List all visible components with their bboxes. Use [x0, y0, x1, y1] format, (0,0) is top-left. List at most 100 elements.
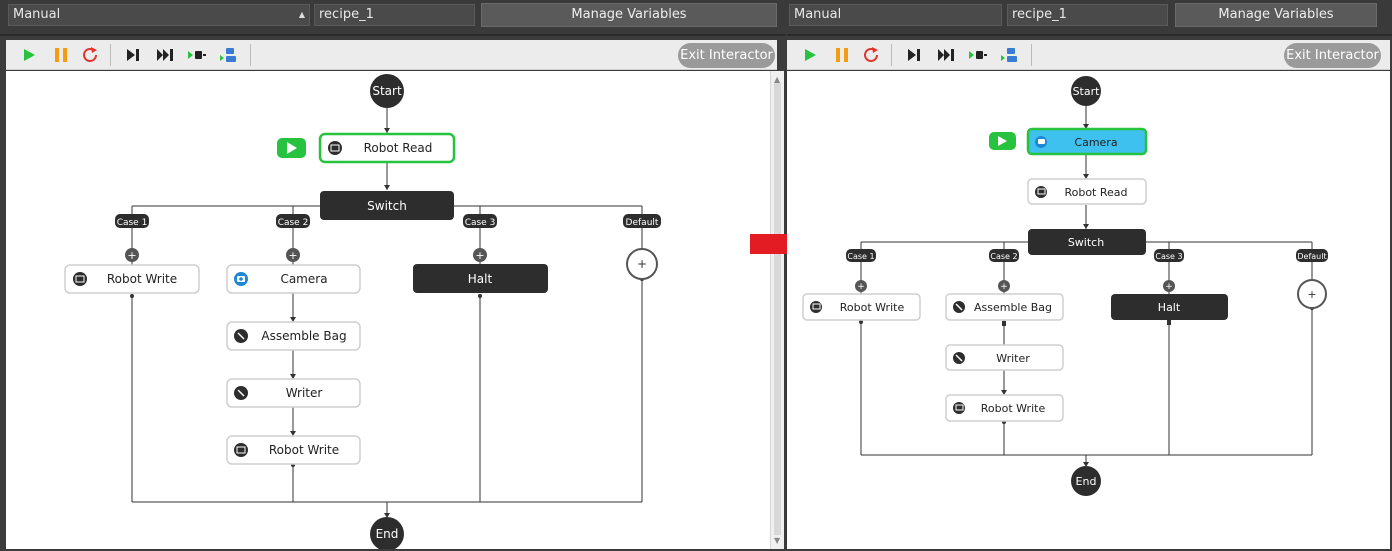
camera-node[interactable]: Camera [226, 264, 361, 294]
scrollbar-thumb[interactable] [774, 83, 781, 535]
step-icon[interactable] [124, 47, 142, 63]
end-label: End [1076, 475, 1097, 488]
flow-diagram: Start Robot Read Switch Case 1 Case 2 Ca… [64, 74, 661, 549]
robot-write-node[interactable]: Robot Write [802, 293, 921, 321]
camera-node[interactable]: Camera [1026, 127, 1148, 156]
connectors [131, 108, 643, 518]
manage-variables-button[interactable]: Manage Variables [481, 3, 777, 27]
writer-node[interactable]: Writer [226, 378, 361, 408]
manage-variables-button[interactable]: Manage Variables [1175, 3, 1377, 27]
halt-node[interactable]: Halt [1111, 294, 1228, 320]
robot-debug-icon[interactable] [220, 47, 238, 63]
start-label: Start [1073, 85, 1101, 98]
recipe-select-value: recipe_1 [319, 7, 374, 22]
top-bar: Manual ▲ recipe_1 Manage Variables [0, 0, 786, 36]
case-1-tag: Case 1 [846, 249, 876, 262]
default-add-button[interactable]: + [626, 248, 658, 280]
toolbar-separator [1031, 44, 1032, 66]
halt-label: Halt [468, 272, 493, 286]
default-label: Default [1297, 252, 1326, 261]
fast-forward-icon[interactable] [156, 47, 174, 63]
assemble-bag-label: Assemble Bag [974, 301, 1052, 314]
mode-select[interactable]: Manual [789, 4, 1002, 26]
halt-node[interactable]: Halt [413, 264, 548, 293]
connectors [860, 106, 1313, 467]
arrowheads [859, 124, 1314, 467]
pause-icon[interactable] [833, 47, 851, 63]
step-icon[interactable] [905, 47, 923, 63]
add-step-button[interactable]: + [125, 248, 139, 262]
flow-diagram: Start Camera Robot Read Switch Case 1 Ca… [802, 76, 1328, 496]
robot-write-node[interactable]: Robot Write [945, 394, 1064, 422]
camera-label: Camera [1074, 136, 1117, 149]
default-add-button[interactable]: + [1297, 279, 1327, 309]
robot-write-label: Robot Write [840, 301, 905, 314]
case-2-label: Case 2 [278, 218, 309, 228]
recipe-select[interactable]: recipe_1 [314, 4, 475, 26]
case-1-label: Case 1 [117, 218, 148, 228]
robot-read-node[interactable]: Robot Read [1027, 178, 1147, 205]
default-tag: Default [623, 214, 661, 228]
mode-select[interactable]: Manual ▲ [8, 4, 310, 26]
case-2-label: Case 2 [990, 252, 1017, 261]
scroll-down-icon[interactable]: ▼ [774, 536, 780, 545]
fast-forward-icon[interactable] [937, 47, 955, 63]
switch-node[interactable]: Switch [320, 191, 454, 220]
right-editor-panel: Manual recipe_1 Manage Variables Exit In… [787, 0, 1392, 551]
add-step-button[interactable]: + [473, 248, 487, 262]
play-icon[interactable] [801, 47, 819, 63]
robot-write-label: Robot Write [107, 272, 177, 286]
assemble-bag-node[interactable]: Assemble Bag [945, 293, 1064, 321]
add-label: + [637, 257, 647, 271]
case-3-tag: Case 3 [1154, 249, 1184, 262]
flow-canvas[interactable]: Start Robot Read Switch Case 1 Case 2 Ca… [6, 71, 776, 549]
robot-read-node[interactable]: Robot Read [318, 132, 456, 164]
flow-canvas[interactable]: Start Camera Robot Read Switch Case 1 Ca… [787, 71, 1390, 549]
exit-interactor-button[interactable]: Exit Interactor [1284, 43, 1381, 68]
restart-icon[interactable] [82, 47, 100, 63]
end-node[interactable]: End [1071, 466, 1101, 496]
recipe-select[interactable]: recipe_1 [1007, 4, 1168, 26]
run-toolbar: Exit Interactor [6, 40, 777, 70]
exit-interactor-button[interactable]: Exit Interactor [678, 43, 775, 68]
switch-label: Switch [367, 199, 407, 213]
add-label: + [1307, 288, 1316, 301]
select-arrows-icon: ▲ [298, 10, 305, 19]
end-label: End [376, 527, 399, 541]
toolbar-separator [250, 44, 251, 66]
add-step-button[interactable]: + [998, 280, 1010, 292]
robot-icon [73, 272, 87, 286]
robot-write-node[interactable]: Robot Write [64, 264, 200, 294]
add-step-button[interactable]: + [1163, 280, 1175, 292]
end-node[interactable]: End [370, 517, 404, 549]
start-node[interactable]: Start [1071, 76, 1101, 106]
add-step-button[interactable]: + [855, 280, 867, 292]
switch-label: Switch [1068, 236, 1104, 249]
toolbar-separator [110, 44, 111, 66]
svg-text:+: + [475, 249, 484, 262]
switch-node[interactable]: Switch [1028, 229, 1146, 255]
step-into-icon[interactable] [188, 47, 206, 63]
play-icon[interactable] [20, 47, 38, 63]
pause-icon[interactable] [52, 47, 70, 63]
writer-node[interactable]: Writer [945, 344, 1064, 371]
restart-icon[interactable] [863, 47, 881, 63]
default-tag: Default [1296, 249, 1328, 262]
step-into-icon[interactable] [969, 47, 987, 63]
robot-debug-icon[interactable] [1001, 47, 1019, 63]
writer-label: Writer [286, 386, 323, 400]
svg-text:+: + [288, 249, 297, 262]
mode-select-value: Manual [13, 7, 61, 22]
left-editor-panel: Manual ▲ recipe_1 Manage Variables Exit … [0, 0, 786, 551]
case-1-tag: Case 1 [115, 214, 149, 228]
robot-write-label: Robot Write [981, 402, 1046, 415]
assemble-bag-node[interactable]: Assemble Bag [226, 321, 361, 351]
start-node[interactable]: Start [370, 74, 404, 108]
vertical-scrollbar[interactable]: ▲ ▼ [770, 71, 784, 549]
robot-write-node[interactable]: Robot Write [226, 435, 361, 465]
current-step-play-icon [277, 138, 306, 158]
robot-icon [328, 141, 342, 155]
svg-text:+: + [1000, 282, 1008, 292]
add-step-button[interactable]: + [286, 248, 300, 262]
robot-read-label: Robot Read [364, 141, 433, 155]
